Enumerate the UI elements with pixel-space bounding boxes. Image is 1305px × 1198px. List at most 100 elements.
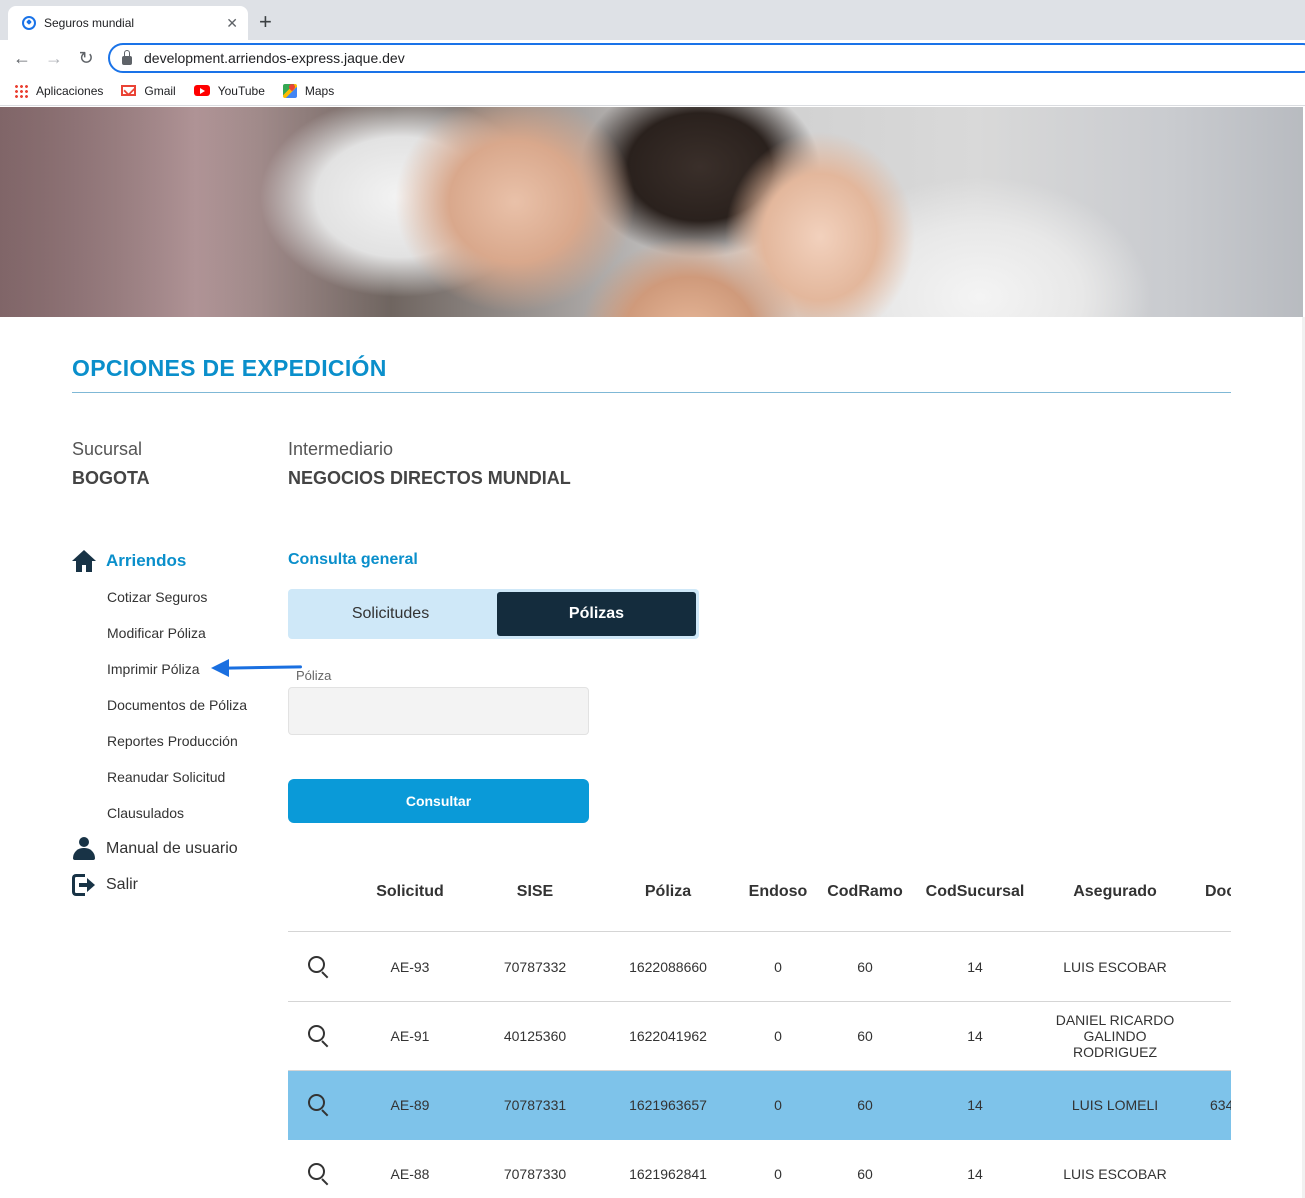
site-favicon-icon — [22, 16, 36, 30]
search-icon[interactable] — [308, 1094, 330, 1117]
column-header-endoso[interactable]: Endoso — [749, 883, 808, 901]
sucursal-label: Sucursal — [72, 439, 143, 459]
sidebar-item-reanudar-solicitud[interactable]: Reanudar Solicitud — [107, 769, 225, 785]
bookmark-label: YouTube — [217, 83, 265, 98]
sidebar-item-imprimir-poliza[interactable]: Imprimir Póliza — [107, 661, 200, 677]
table-row[interactable]: AE-88 70787330 1621962841 0 60 14 LUIS E… — [288, 1140, 1231, 1198]
column-header-solicitud[interactable]: Solicitud — [376, 883, 444, 901]
column-header-poliza[interactable]: Póliza — [645, 883, 691, 901]
home-icon — [72, 550, 96, 572]
bookmark-label: Aplicaciones — [36, 83, 104, 98]
consulta-type-toggle: Solicitudes Pólizas — [288, 589, 699, 639]
browser-toolbar: ← → ↻ development.arriendos-express.jaqu… — [0, 40, 1305, 76]
table-header: Solicitud SISE Póliza Endoso CodRamo Cod… — [288, 860, 1231, 932]
cell-asegurado: LUIS LOMELI — [1071, 1097, 1159, 1113]
sidebar-item-arriendos[interactable]: Arriendos — [72, 550, 186, 572]
bookmark-gmail[interactable]: Gmail — [121, 83, 176, 98]
search-icon[interactable] — [308, 956, 330, 979]
table-row[interactable]: AE-93 70787332 1622088660 0 60 14 LUIS E… — [288, 933, 1231, 1002]
poliza-input[interactable] — [288, 687, 589, 735]
forward-button[interactable]: → — [38, 42, 70, 74]
cell-poliza: 1622041962 — [629, 1028, 707, 1044]
logout-icon — [72, 873, 96, 897]
column-header-asegurado[interactable]: Asegurado — [1073, 883, 1157, 901]
cell-solicitud: AE-93 — [390, 959, 430, 975]
cell-poliza: 1621963657 — [629, 1097, 707, 1113]
hero-banner-image — [0, 107, 1303, 317]
bookmark-label: Gmail — [144, 83, 176, 98]
new-tab-button[interactable]: + — [259, 8, 272, 36]
page-title: OPCIONES DE EXPEDICIÓN — [72, 355, 387, 381]
cell-codramo: 60 — [857, 1166, 873, 1182]
title-divider — [72, 392, 1231, 393]
bookmark-youtube[interactable]: YouTube — [193, 83, 265, 98]
cell-doc: 634 — [1210, 1097, 1231, 1113]
cell-codsucursal: 14 — [967, 1166, 983, 1182]
cell-codramo: 60 — [857, 1097, 873, 1113]
table-row[interactable]: AE-91 40125360 1622041962 0 60 14 DANIEL… — [288, 1002, 1231, 1071]
lock-icon — [122, 49, 132, 65]
back-button[interactable]: ← — [6, 42, 38, 74]
search-icon[interactable] — [308, 1163, 330, 1186]
manual-label: Manual de usuario — [106, 840, 238, 857]
cell-codramo: 60 — [857, 959, 873, 975]
consulta-general-title: Consulta general — [288, 551, 418, 568]
column-header-codsucursal[interactable]: CodSucursal — [926, 883, 1025, 901]
cell-sise: 70787330 — [503, 1166, 567, 1182]
sidebar-heading-label: Arriendos — [106, 551, 187, 570]
consultar-button[interactable]: Consultar — [288, 779, 589, 823]
cell-sise: 70787331 — [503, 1097, 567, 1113]
url-text: development.arriendos-express.jaque.dev — [144, 50, 405, 66]
tab-title: Seguros mundial — [44, 16, 135, 30]
cell-solicitud: AE-89 — [390, 1097, 430, 1113]
browser-tab-bar: Seguros mundial ✕ + — [0, 0, 1305, 40]
logout-label: Salir — [106, 876, 139, 893]
apps-grid-icon — [14, 83, 28, 98]
browser-tab[interactable]: Seguros mundial ✕ — [8, 6, 248, 40]
column-header-sise[interactable]: SISE — [517, 883, 553, 901]
gmail-icon — [121, 85, 137, 96]
sidebar-item-documentos-poliza[interactable]: Documentos de Póliza — [107, 697, 247, 713]
cell-asegurado: DANIEL RICARDO GALINDO RODRIGUEZ — [1055, 1012, 1175, 1060]
tab-close-icon[interactable]: ✕ — [226, 15, 238, 32]
sidebar-item-manual[interactable]: Manual de usuario — [72, 837, 238, 861]
cell-codsucursal: 14 — [967, 1028, 983, 1044]
sidebar-item-clausulados[interactable]: Clausulados — [107, 805, 184, 821]
sucursal-value: BOGOTA — [72, 468, 150, 488]
cell-asegurado: LUIS ESCOBAR — [1063, 959, 1167, 975]
table-row-selected[interactable]: AE-89 70787331 1621963657 0 60 14 LUIS L… — [288, 1071, 1231, 1140]
cell-poliza: 1622088660 — [629, 959, 707, 975]
user-icon — [72, 837, 96, 861]
address-bar[interactable]: development.arriendos-express.jaque.dev — [108, 43, 1305, 73]
reload-button[interactable]: ↻ — [70, 42, 102, 74]
toggle-polizas[interactable]: Pólizas — [497, 592, 696, 636]
cell-endoso: 0 — [774, 1097, 782, 1113]
intermediario-label: Intermediario — [288, 439, 394, 459]
sidebar-item-modificar-poliza[interactable]: Modificar Póliza — [107, 625, 206, 641]
sidebar-item-salir[interactable]: Salir — [72, 873, 138, 897]
intermediario-value: NEGOCIOS DIRECTOS MUNDIAL — [288, 468, 571, 488]
cell-codsucursal: 14 — [967, 959, 983, 975]
bookmark-maps[interactable]: Maps — [282, 83, 335, 98]
bookmark-label: Maps — [304, 83, 335, 98]
maps-icon — [282, 83, 297, 98]
cell-asegurado: LUIS ESCOBAR — [1063, 1166, 1167, 1182]
cell-codramo: 60 — [857, 1028, 873, 1044]
search-icon[interactable] — [308, 1025, 330, 1048]
cell-solicitud: AE-91 — [390, 1028, 430, 1044]
results-table: Solicitud SISE Póliza Endoso CodRamo Cod… — [288, 860, 1231, 1198]
cell-endoso: 0 — [774, 959, 782, 975]
sidebar-item-cotizar-seguros[interactable]: Cotizar Seguros — [107, 589, 207, 605]
sidebar-item-reportes-produccion[interactable]: Reportes Producción — [107, 733, 238, 749]
cell-endoso: 0 — [774, 1166, 782, 1182]
bookmark-aplicaciones[interactable]: Aplicaciones — [14, 83, 104, 98]
youtube-icon — [193, 85, 210, 96]
toggle-solicitudes[interactable]: Solicitudes — [288, 592, 493, 636]
hero-shade — [0, 107, 260, 317]
cell-poliza: 1621962841 — [629, 1166, 707, 1182]
column-header-doc[interactable]: Doc — [1205, 883, 1231, 901]
cell-codsucursal: 14 — [967, 1097, 983, 1113]
column-header-codramo[interactable]: CodRamo — [827, 883, 903, 901]
cell-endoso: 0 — [774, 1028, 782, 1044]
cell-sise: 40125360 — [503, 1028, 567, 1044]
